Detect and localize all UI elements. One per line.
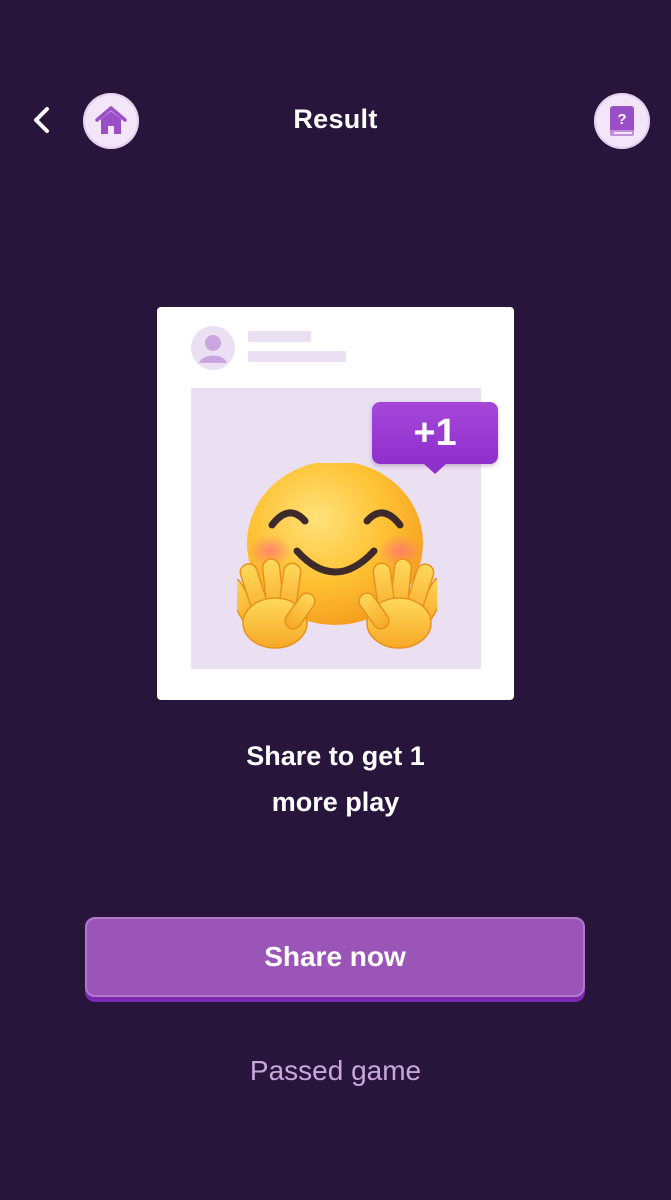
share-preview-card: +1 [157,307,514,700]
message-line-2: more play [271,787,400,817]
passed-game-link[interactable]: Passed game [0,1055,671,1087]
help-button[interactable]: ? [594,93,650,149]
plus-one-badge: +1 [372,402,498,464]
message-line-1: Share to get 1 [246,741,425,771]
badge-tail [423,463,447,474]
smiling-face-with-open-hands-icon [237,463,437,649]
page-title: Result [293,104,378,134]
placeholder-subtitle-line [248,351,346,362]
svg-text:?: ? [617,111,626,128]
placeholder-name-line [248,331,311,342]
help-book-icon: ? [610,106,634,136]
share-reward-message: Share to get 1 more play [0,733,671,825]
user-avatar-icon [191,326,235,370]
share-now-button[interactable]: Share now [85,917,585,997]
